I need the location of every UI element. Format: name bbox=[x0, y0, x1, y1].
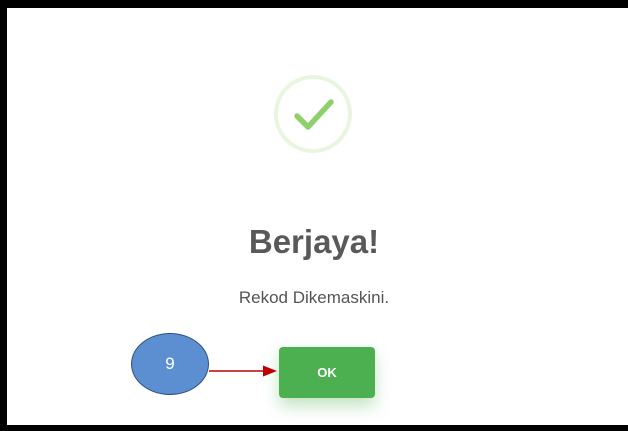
ok-button[interactable]: OK bbox=[279, 347, 375, 398]
dialog-title: Berjaya! bbox=[248, 223, 380, 260]
dialog-message: Rekod Dikemaskini. bbox=[238, 288, 390, 307]
step-number-badge: 9 bbox=[131, 333, 209, 395]
checkmark-icon bbox=[273, 74, 353, 154]
annotation-arrow-icon bbox=[209, 365, 277, 377]
